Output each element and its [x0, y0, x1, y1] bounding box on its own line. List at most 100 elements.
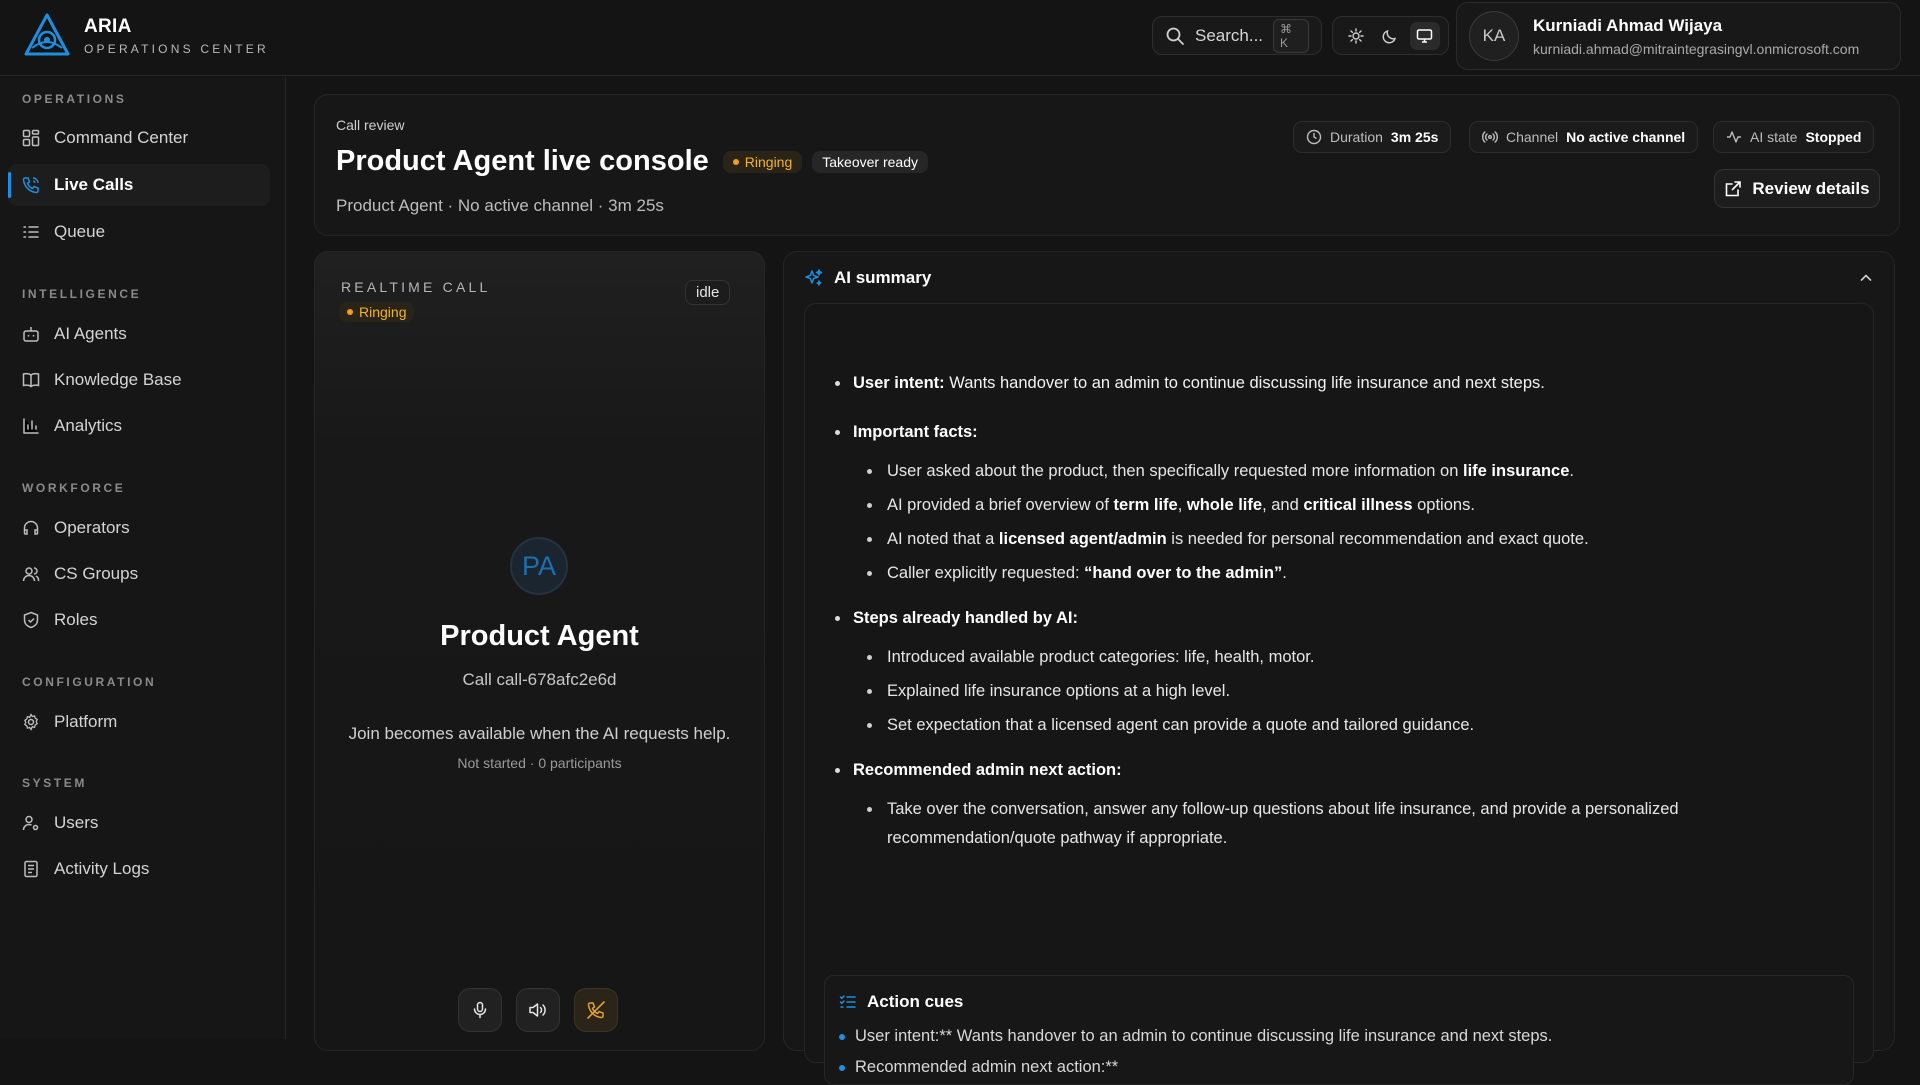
bot-icon: [22, 325, 40, 343]
moon-icon[interactable]: [1375, 22, 1405, 50]
sidebar-item-users[interactable]: Users: [8, 802, 270, 844]
summary-body: User intent: Wants handover to an admin …: [804, 303, 1874, 1085]
facts-sublist: User asked about the product, then speci…: [831, 457, 1851, 588]
bold-text: “hand over to the admin”: [1084, 564, 1283, 582]
list-item: Take over the conversation, answer any f…: [831, 795, 1851, 853]
realtime-call-panel: REALTIME CALL Ringing idle PA Product Ag…: [314, 251, 765, 1051]
bold-text: term life: [1113, 496, 1178, 514]
sidebar-item-label: CS Groups: [54, 564, 139, 583]
join-hint: Join becomes available when the AI reque…: [348, 724, 731, 743]
bold-text: whole life: [1186, 496, 1263, 514]
list-item: Recommended admin next action:: [831, 759, 1851, 781]
search-label: Search...: [1195, 25, 1264, 45]
ai-state-value: Stopped: [1805, 129, 1862, 145]
text: , and: [1262, 496, 1304, 514]
status-label: Ringing: [744, 153, 793, 170]
section-intelligence: INTELLIGENCE: [22, 287, 142, 301]
next-action-sublist: Take over the conversation, answer any f…: [831, 795, 1851, 853]
text: .: [1282, 564, 1287, 582]
sidebar-item-label: Activity Logs: [54, 859, 150, 878]
section-operations: OPERATIONS: [22, 92, 127, 106]
sidebar-item-command-center[interactable]: Command Center: [8, 117, 270, 159]
list-item: AI provided a brief overview of term lif…: [831, 491, 1851, 520]
text: options.: [1412, 496, 1475, 514]
sidebar-item-operators[interactable]: Operators: [8, 507, 270, 549]
sidebar-item-queue[interactable]: Queue: [8, 211, 270, 253]
text: User asked about the product, then speci…: [887, 462, 1463, 480]
bold-text: critical illness: [1303, 496, 1413, 514]
summary-title: AI summary: [834, 268, 932, 287]
grid-icon: [22, 129, 40, 147]
status-badge: Ringing: [722, 150, 803, 173]
headset-icon: [22, 519, 40, 537]
list-item: Recommended admin next action:**: [839, 1058, 1118, 1077]
sidebar-item-label: AI Agents: [54, 324, 127, 343]
page-title: Product Agent live console: [336, 145, 709, 177]
checklist-icon: [839, 993, 857, 1011]
call-header-panel: Call review Product Agent live console R…: [314, 94, 1900, 236]
list-item: User intent:** Wants handover to an admi…: [839, 1027, 1552, 1046]
shield-icon: [22, 611, 40, 629]
sidebar-item-label: Analytics: [54, 416, 123, 435]
sidebar-item-activity-logs[interactable]: Activity Logs: [8, 848, 270, 890]
sun-icon[interactable]: [1341, 22, 1371, 50]
text: AI noted that a: [887, 530, 999, 548]
user-cog-icon: [22, 814, 40, 832]
book-icon: [22, 371, 40, 389]
channel-label: Channel: [1506, 129, 1559, 145]
list-item: Steps already handled by AI:: [831, 607, 1851, 629]
sidebar-item-label: Platform: [54, 712, 118, 731]
sidebar-item-label: Operators: [54, 518, 130, 537]
sidebar-item-live-calls[interactable]: Live Calls: [8, 164, 270, 206]
sidebar-item-roles[interactable]: Roles: [8, 599, 270, 641]
bar-chart-icon: [22, 417, 40, 435]
section-workforce: WORKFORCE: [22, 481, 126, 495]
external-link-icon: [1724, 180, 1742, 198]
phone-icon: [22, 176, 40, 194]
monitor-icon[interactable]: [1409, 21, 1440, 50]
speaker-icon: [528, 1001, 548, 1019]
user-email: kurniadi.ahmad@mitraintegrasingvl.onmicr…: [1533, 40, 1860, 57]
sidebar-item-ai-agents[interactable]: AI Agents: [8, 313, 270, 355]
sidebar-item-label: Knowledge Base: [54, 370, 182, 389]
action-cues-card: Action cues User intent:** Wants handove…: [824, 975, 1854, 1085]
sidebar-item-platform[interactable]: Platform: [8, 701, 270, 743]
list-item: Explained life insurance options at a hi…: [831, 677, 1851, 706]
bullet-dot: [839, 1064, 845, 1071]
duration-value: 3m 25s: [1390, 129, 1439, 145]
list-item: User asked about the product, then speci…: [831, 457, 1851, 486]
brand[interactable]: ARIA OPERATIONS CENTER: [22, 12, 269, 60]
ai-state-chip: AI state Stopped: [1713, 121, 1875, 153]
user-menu[interactable]: KA Kurniadi Ahmad Wijaya kurniadi.ahmad@…: [1456, 2, 1901, 70]
handled-sublist: Introduced available product categories:…: [831, 643, 1851, 740]
speaker-button[interactable]: [516, 988, 560, 1032]
search-icon: [1165, 26, 1185, 46]
duration-label: Duration: [1330, 129, 1383, 145]
section-system: SYSTEM: [22, 776, 87, 790]
review-details-button[interactable]: Review details: [1714, 169, 1880, 208]
sidebar-item-cs-groups[interactable]: CS Groups: [8, 553, 270, 595]
microphone-button[interactable]: [458, 988, 502, 1032]
sidebar-item-knowledge-base[interactable]: Knowledge Base: [8, 359, 270, 401]
list-item: Caller explicitly requested: “hand over …: [831, 559, 1851, 588]
sidebar-item-label: Command Center: [54, 128, 189, 147]
gear-icon: [22, 713, 40, 731]
intent-label: User intent:: [853, 374, 945, 392]
summary-list: User intent: Wants handover to an admin …: [831, 372, 1851, 853]
list-item: Set expectation that a licensed agent ca…: [831, 711, 1851, 740]
facts-label: Important facts:: [853, 423, 978, 441]
bold-text: licensed agent/admin: [998, 530, 1167, 548]
search-button[interactable]: Search... ⌘ K: [1152, 16, 1322, 55]
sidebar-item-analytics[interactable]: Analytics: [8, 405, 270, 447]
user-name: Kurniadi Ahmad Wijaya: [1533, 15, 1723, 35]
sidebar-item-label: Queue: [54, 222, 106, 241]
end-call-button[interactable]: [574, 988, 618, 1032]
intent-text: Wants handover to an admin to continue d…: [944, 374, 1545, 392]
idle-badge: idle: [685, 280, 731, 305]
chevron-up-icon[interactable]: [1858, 270, 1874, 286]
top-bar: ARIA OPERATIONS CENTER Search... ⌘ K KA …: [0, 0, 1920, 76]
brand-subtitle: OPERATIONS CENTER: [84, 42, 269, 56]
channel-value: No active channel: [1566, 129, 1686, 145]
phone-off-icon: [586, 1000, 606, 1020]
activity-icon: [1726, 129, 1742, 145]
